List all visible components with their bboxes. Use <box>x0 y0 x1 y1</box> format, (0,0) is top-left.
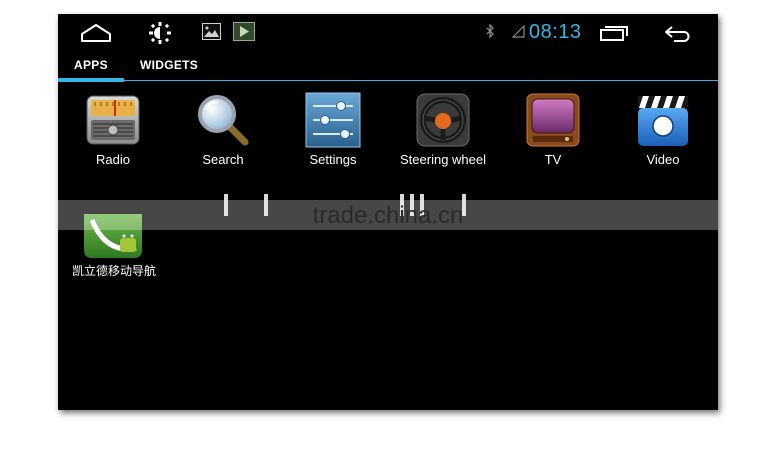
brightness-icon[interactable] <box>149 22 171 44</box>
app-label-settings: Settings <box>309 152 357 167</box>
gallery-notification-icon[interactable] <box>202 23 221 40</box>
app-label-video: Video <box>646 152 680 167</box>
app-label-steering-wheel: Steering wheel <box>400 152 486 167</box>
settings-sliders-icon <box>305 92 361 148</box>
android-launcher-screen: 08:13 APPS WIDGETS Radio Search Settings… <box>58 14 718 410</box>
app-label-radio: Radio <box>96 152 130 167</box>
bluetooth-icon <box>486 24 494 38</box>
app-drawer-tabs: APPS WIDGETS <box>58 54 718 82</box>
steering-wheel-icon <box>416 93 470 147</box>
status-clock: 08:13 <box>529 21 582 43</box>
tab-widgets[interactable]: WIDGETS <box>140 58 198 72</box>
clapperboard-icon <box>638 96 688 146</box>
watermark-text: trade.china.cn <box>312 202 464 229</box>
home-icon[interactable] <box>80 23 112 43</box>
status-bar: 08:13 <box>58 14 718 50</box>
tv-icon <box>526 93 580 147</box>
watermark-band: trade.china.cn <box>58 200 718 230</box>
back-icon[interactable] <box>664 24 694 42</box>
signal-strength-icon <box>512 25 525 38</box>
search-icon <box>198 95 249 146</box>
tab-apps[interactable]: APPS <box>74 58 108 72</box>
app-label-kailide-navigation: 凯立德移动导航 <box>71 264 156 278</box>
radio-icon <box>86 95 140 145</box>
tab-divider <box>58 80 718 81</box>
app-label-tv: TV <box>544 152 562 167</box>
media-player-notification-icon[interactable] <box>233 22 255 41</box>
app-label-search: Search <box>202 152 244 167</box>
recent-apps-icon[interactable] <box>599 25 629 41</box>
